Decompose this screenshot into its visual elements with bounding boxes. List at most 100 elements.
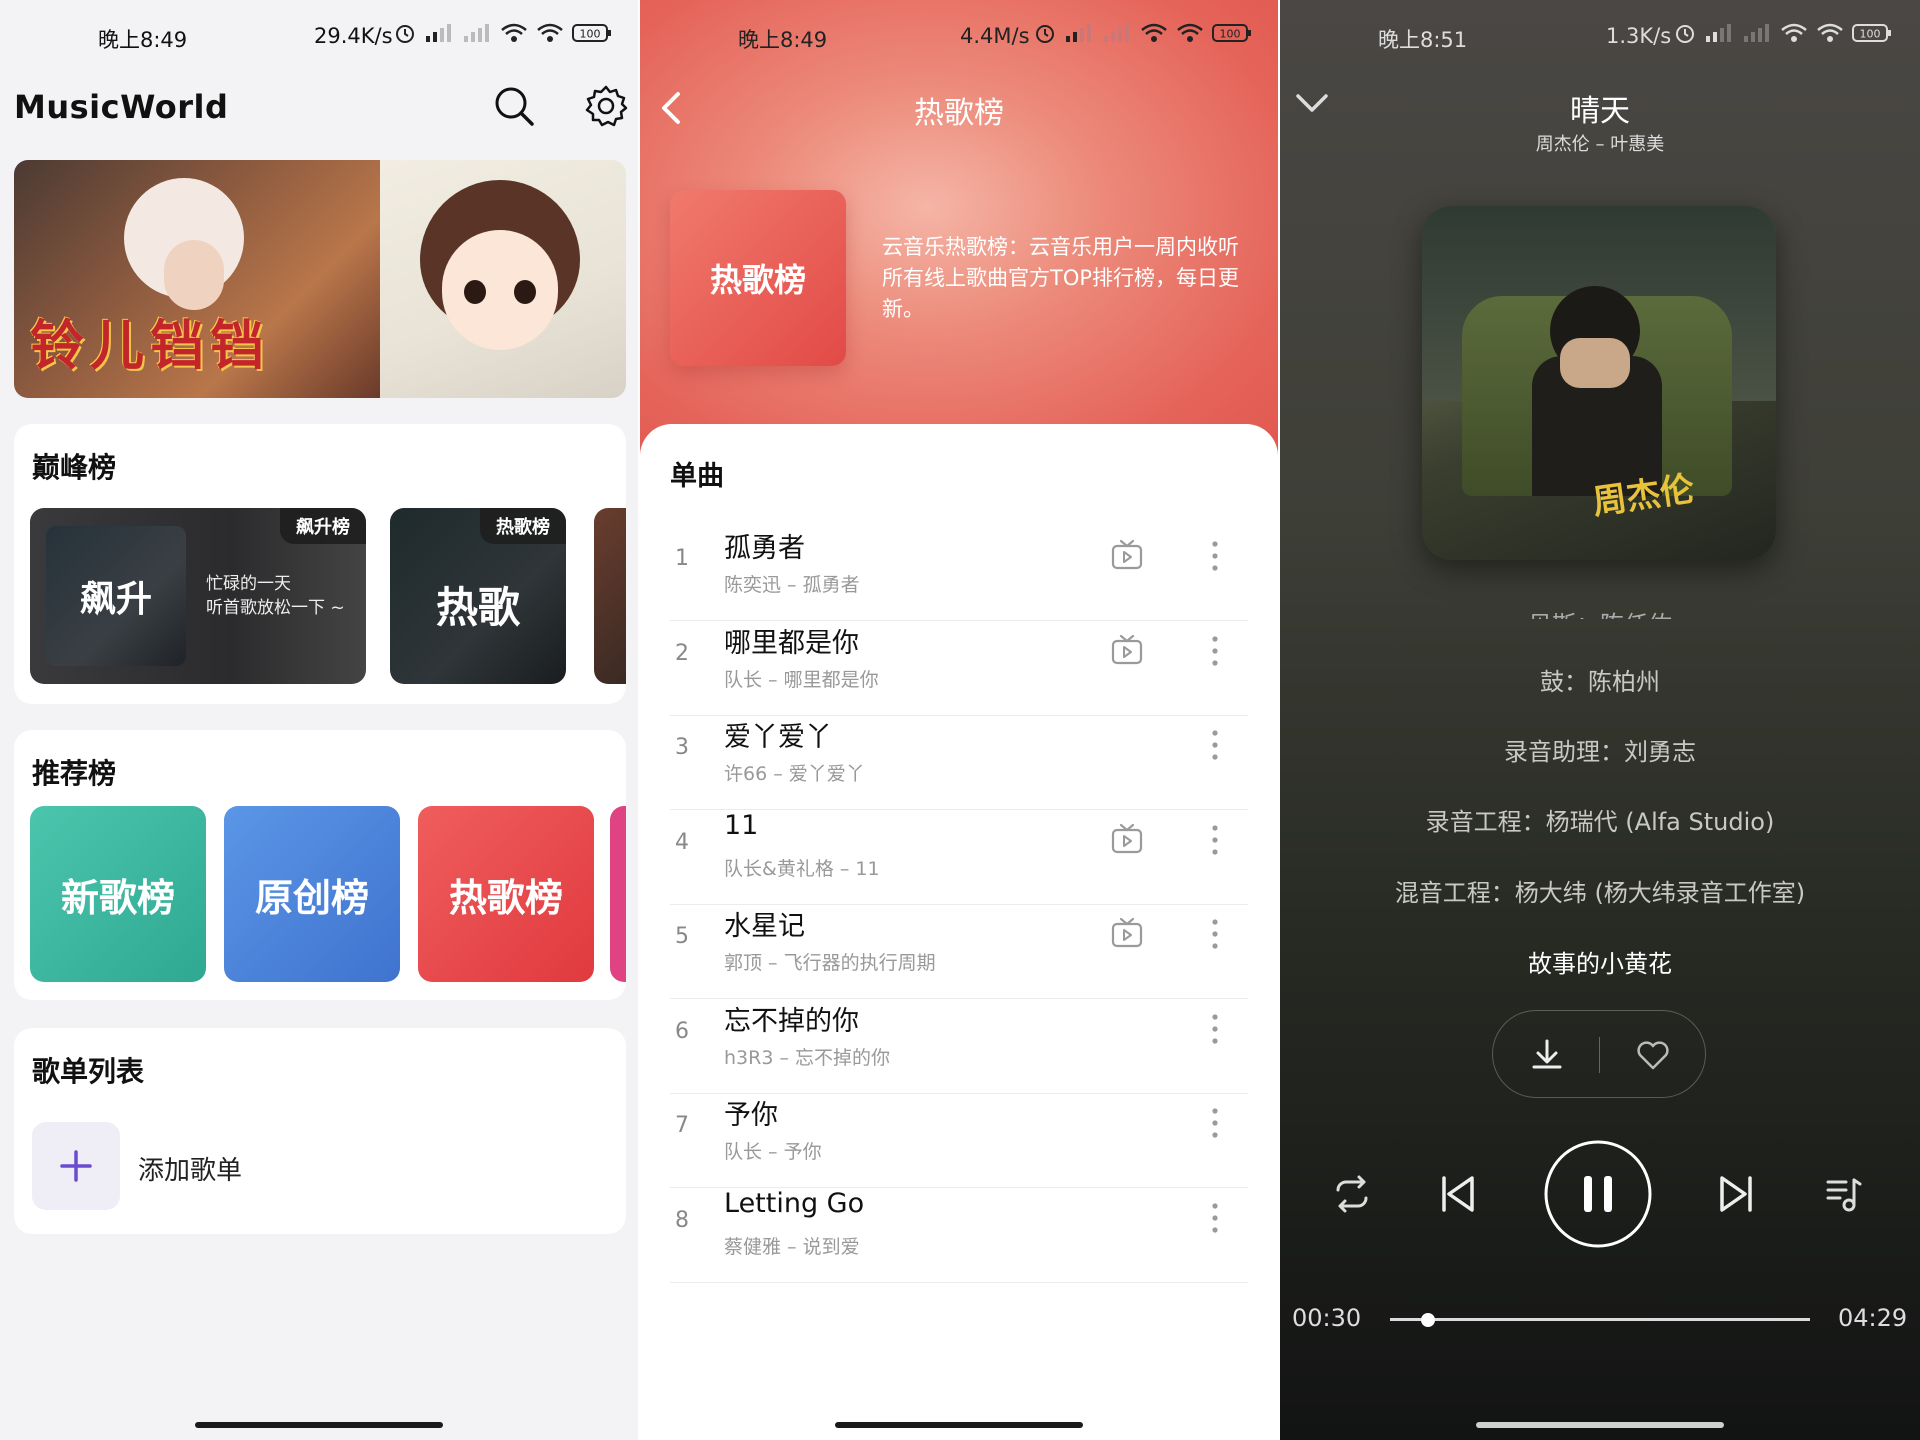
current-time: 00:30 [1292, 1304, 1362, 1332]
lyric-line: 录音助理：刘勇志 [1504, 738, 1696, 766]
mv-icon[interactable] [1110, 633, 1144, 667]
song-name: 忘不掉的你 [724, 1005, 859, 1037]
search-icon[interactable] [492, 84, 536, 128]
status-icons: 100 [1674, 22, 1892, 44]
song-subtitle: 队长&黄礼格 – 11 [724, 857, 880, 880]
mv-icon[interactable] [1110, 538, 1144, 572]
wifi-icon [1781, 23, 1807, 42]
song-rank: 8 [675, 1207, 689, 1233]
peak-charts-card: 巅峰榜 飙升榜 飙升 忙碌的一天 听首歌放松一下 ~ 热歌榜 热歌 [14, 424, 626, 704]
signal-icon [426, 24, 451, 42]
peak-tile-cover-text: 热歌 [435, 583, 520, 632]
more-options-icon[interactable] [1204, 1198, 1226, 1238]
album-art: 周杰伦 [1422, 206, 1776, 560]
section-title: 单曲 [670, 461, 724, 492]
battery-icon: 100 [1852, 24, 1891, 42]
hotspot-icon [1817, 23, 1843, 42]
playlists-title: 歌单列表 [32, 1055, 145, 1088]
more-options-icon[interactable] [1204, 536, 1226, 576]
song-subtitle: 郭顶 – 飞行器的执行周期 [724, 952, 936, 974]
peak-tile-partial[interactable] [594, 508, 626, 684]
peak-tile-badge: 飙升榜 [280, 508, 366, 544]
network-speed: 29.4K/s [314, 24, 393, 48]
heart-icon[interactable] [1633, 1035, 1673, 1075]
lyric-line: 混音工程：杨大纬 (杨大纬录音工作室) [1394, 879, 1806, 907]
chart-screen: 晚上8:49 4.4M/s 100 热歌榜 热歌榜 云音乐热歌榜：云音乐用户一周… [640, 0, 1278, 1440]
svg-text:100: 100 [1220, 28, 1241, 41]
promo-banner[interactable]: 铃儿铛铛 [14, 160, 626, 398]
song-subtitle: 陈奕迅 – 孤勇者 [724, 574, 860, 596]
wifi-icon [501, 23, 527, 42]
alarm-icon [1036, 25, 1054, 43]
plus-icon [60, 1150, 92, 1182]
song-row[interactable]: 8 Letting Go 蔡健雅 – 说到爱 [670, 1168, 1248, 1283]
peak-tile-desc: 忙碌的一天 听首歌放松一下 ~ [206, 572, 345, 620]
song-rank: 2 [675, 640, 689, 666]
action-pill [1492, 1010, 1706, 1098]
peak-tile-soaring[interactable]: 飙升榜 飙升 忙碌的一天 听首歌放松一下 ~ [30, 508, 366, 684]
chart-cover: 热歌榜 [670, 190, 846, 366]
banner-photo: 铃儿铛铛 [14, 160, 380, 398]
progress-knob[interactable] [1420, 1313, 1435, 1327]
song-name: Letting Go [724, 1187, 865, 1219]
status-icons: 100 [1034, 22, 1252, 44]
playlist-icon[interactable] [1822, 1172, 1866, 1216]
page-title: 热歌榜 [914, 96, 1004, 131]
song-list-sheet: 单曲 1 孤勇者 陈奕迅 – 孤勇者 2 哪里都是你 队长 – 哪里都是你 3 爱丫爱丫 许66… [640, 424, 1278, 1440]
home-indicator[interactable] [835, 1422, 1083, 1428]
more-options-icon[interactable] [1204, 1103, 1226, 1143]
song-rank: 3 [675, 735, 689, 760]
song-subtitle: 蔡健雅 – 说到爱 [724, 1235, 860, 1258]
song-artist: 周杰伦 – 叶惠美 [1535, 134, 1665, 155]
rec-tile-hot[interactable]: 热歌榜 [418, 806, 594, 982]
more-options-icon[interactable] [1204, 725, 1226, 765]
peak-tile-cover: 飙升 [46, 526, 186, 666]
mv-icon[interactable] [1110, 822, 1144, 856]
song-subtitle: 队长 – 哪里都是你 [724, 668, 879, 691]
status-time: 晚上8:49 [98, 28, 188, 52]
status-icons: 100 [394, 22, 612, 44]
add-playlist-label[interactable]: 添加歌单 [138, 1150, 242, 1187]
more-options-icon[interactable] [1204, 820, 1226, 860]
rec-tile-partial[interactable] [610, 806, 626, 982]
peak-desc-line2: 听首歌放松一下 ~ [206, 598, 345, 618]
recommend-charts-card: 推荐榜 新歌榜 原创榜 热歌榜 [14, 730, 626, 1000]
repeat-icon[interactable] [1330, 1172, 1374, 1216]
rec-tile-new[interactable]: 新歌榜 [30, 806, 206, 982]
song-subtitle: h3R3 – 忘不掉的你 [724, 1046, 890, 1069]
more-options-icon[interactable] [1204, 1009, 1226, 1049]
next-icon[interactable] [1714, 1172, 1758, 1216]
song-title: 晴天 [1570, 94, 1630, 129]
signal-icon [1706, 24, 1731, 42]
gear-icon[interactable] [584, 84, 628, 128]
song-name: 哪里都是你 [724, 627, 859, 659]
banner-illustration [380, 160, 626, 398]
pill-divider [1599, 1037, 1600, 1073]
hotspot-icon [537, 23, 563, 42]
song-rank: 4 [675, 829, 689, 855]
total-time: 04:29 [1838, 1304, 1908, 1332]
lyric-line: 鼓：陈柏州 [1540, 668, 1660, 696]
peak-charts-title: 巅峰榜 [32, 451, 117, 484]
song-name: 爱丫爱丫 [724, 722, 832, 753]
signal2-icon [1744, 24, 1769, 42]
mv-icon[interactable] [1110, 916, 1144, 950]
song-rank: 1 [675, 546, 689, 571]
add-playlist-button[interactable] [32, 1122, 120, 1210]
peak-tile-hot[interactable]: 热歌榜 热歌 [390, 508, 566, 684]
previous-icon[interactable] [1436, 1172, 1480, 1216]
alarm-icon [396, 25, 414, 43]
lyric-line-cut: 贝斯：陈任佑 [1280, 605, 1920, 619]
progress-bar[interactable] [1390, 1313, 1810, 1327]
more-options-icon[interactable] [1204, 631, 1226, 671]
home-indicator[interactable] [1476, 1422, 1724, 1428]
status-time: 晚上8:49 [738, 28, 828, 52]
recommend-charts-title: 推荐榜 [32, 757, 117, 790]
home-indicator[interactable] [195, 1422, 443, 1428]
more-options-icon[interactable] [1204, 914, 1226, 954]
battery-icon: 100 [572, 24, 611, 42]
signal-icon [1066, 24, 1091, 42]
rec-tile-original[interactable]: 原创榜 [224, 806, 400, 982]
pause-button[interactable] [1542, 1138, 1654, 1250]
download-icon[interactable] [1527, 1035, 1567, 1075]
